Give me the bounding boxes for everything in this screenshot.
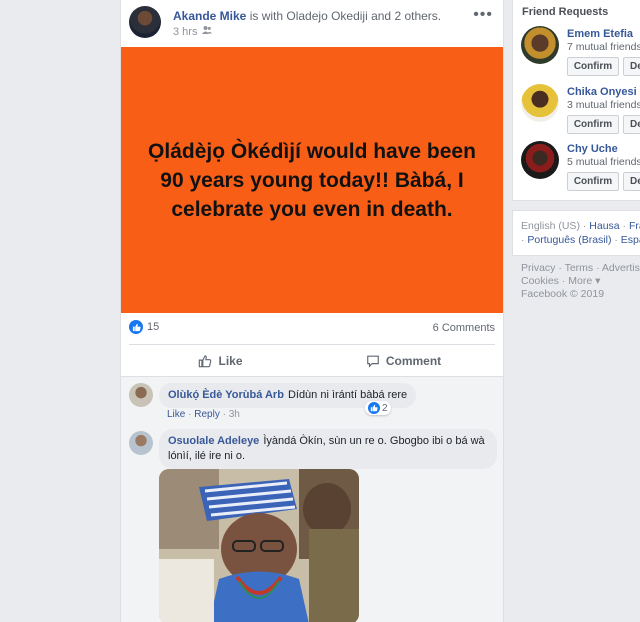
comment-reaction-count: 2 bbox=[382, 402, 388, 414]
comment-bubble: Osuolale Adeleye Ìyàndá Òkín, sùn un re o… bbox=[159, 429, 497, 469]
friend-requests-title[interactable]: Friend Requests bbox=[522, 6, 608, 18]
commenter-avatar[interactable] bbox=[129, 383, 153, 407]
author-name-link[interactable]: Akande Mike bbox=[173, 9, 246, 23]
delete-button[interactable]: Dele bbox=[623, 115, 640, 134]
confirm-button[interactable]: Confirm bbox=[567, 115, 619, 134]
commenter-name-link[interactable]: Olùkọ́ Èdè Yorùbá Arb bbox=[168, 389, 284, 401]
friend-avatar[interactable] bbox=[521, 26, 559, 64]
comment-text: Dídùn ni ìrántí bàbá rere bbox=[287, 389, 408, 401]
friend-avatar[interactable] bbox=[521, 141, 559, 179]
mutual-friends-link[interactable]: 3 mutual friends bbox=[567, 99, 640, 111]
thumbs-up-icon bbox=[199, 355, 212, 368]
comment-bubble-icon bbox=[367, 355, 379, 368]
comments-section: Olùkọ́ Èdè Yorùbá Arb Dídùn ni ìrántí bàb… bbox=[121, 376, 503, 622]
comment-label: Comment bbox=[385, 354, 442, 368]
friend-name-link[interactable]: Chika Onyesi bbox=[567, 86, 637, 98]
like-count: 15 bbox=[147, 321, 160, 333]
commenter-avatar[interactable] bbox=[129, 431, 153, 455]
friend-request-item: Emem Etefia 7 mutual friends Confirm Del… bbox=[521, 26, 640, 78]
footer-links-privacy-terms[interactable]: Privacy · Terms · Advertising bbox=[521, 262, 640, 274]
portrait-image bbox=[159, 469, 359, 622]
mutual-friends-link[interactable]: 7 mutual friends bbox=[567, 41, 640, 53]
audience-friends-icon[interactable] bbox=[202, 25, 213, 38]
language-link-spanish[interactable]: Españ bbox=[621, 234, 640, 246]
post-stats: 15 6 Comments bbox=[129, 320, 495, 338]
friend-name-link[interactable]: Emem Etefia bbox=[567, 28, 633, 40]
comment-reply-link[interactable]: Reply bbox=[194, 409, 220, 420]
comment-button[interactable]: Comment bbox=[312, 345, 495, 377]
language-line-1: English (US) · Hausa · Fran bbox=[521, 220, 640, 232]
comment-like-link[interactable]: Like bbox=[167, 409, 185, 420]
separator: · bbox=[579, 220, 590, 232]
friend-request-item: Chika Onyesi 3 mutual friends Confirm De… bbox=[521, 84, 640, 136]
current-language: English (US) bbox=[521, 220, 580, 232]
like-reaction-icon bbox=[129, 320, 143, 334]
confirm-button[interactable]: Confirm bbox=[567, 172, 619, 191]
language-selector-card: English (US) · Hausa · Fran · Português … bbox=[512, 210, 640, 256]
separator: · bbox=[619, 220, 629, 232]
post-meta: 3 hrs bbox=[173, 25, 213, 38]
comment-meta: Like · Reply · 3h bbox=[167, 409, 240, 420]
author-avatar[interactable] bbox=[129, 6, 161, 38]
post-text-banner: Ọládèjọ Òkédìjí would have been 90 years… bbox=[121, 47, 503, 313]
friend-requests-card: Friend Requests Emem Etefia 7 mutual fri… bbox=[512, 0, 640, 201]
right-sidebar: Friend Requests Emem Etefia 7 mutual fri… bbox=[512, 0, 640, 622]
comment-reactions[interactable]: 2 bbox=[365, 401, 391, 415]
footer-copyright: Facebook © 2019 bbox=[521, 288, 605, 300]
like-reaction-icon bbox=[368, 402, 380, 414]
friend-request-item: Chy Uche 5 mutual friends Confirm Dele bbox=[521, 141, 640, 193]
comment-count-link[interactable]: 6 Comments bbox=[433, 322, 495, 334]
post-actions: Like Comment bbox=[129, 344, 495, 377]
delete-button[interactable]: Dele bbox=[623, 57, 640, 76]
comment-time[interactable]: 3h bbox=[229, 409, 240, 420]
confirm-button[interactable]: Confirm bbox=[567, 57, 619, 76]
footer-links-cookies-more[interactable]: Cookies · More ▾ bbox=[521, 275, 600, 287]
comment-photo[interactable] bbox=[159, 469, 359, 622]
news-feed-post: Akande Mike is with Oladejo Okediji and … bbox=[120, 0, 504, 622]
like-label: Like bbox=[218, 354, 243, 368]
delete-button[interactable]: Dele bbox=[623, 172, 640, 191]
like-button[interactable]: Like bbox=[129, 345, 312, 377]
friend-avatar[interactable] bbox=[521, 84, 559, 122]
separator: · bbox=[611, 234, 621, 246]
commenter-name-link[interactable]: Osuolale Adeleye bbox=[168, 435, 259, 447]
ellipsis-icon[interactable]: ••• bbox=[473, 6, 493, 24]
post-timestamp[interactable]: 3 hrs bbox=[173, 26, 197, 38]
reaction-summary[interactable]: 15 bbox=[129, 320, 159, 334]
tagged-with-text[interactable]: is with Oladejo Okediji and 2 others. bbox=[250, 9, 441, 23]
language-line-2: · Português (Brasil) · Españ bbox=[521, 234, 640, 246]
post-header: Akande Mike is with Oladejo Okediji and … bbox=[129, 6, 499, 42]
banner-text: Ọládèjọ Òkédìjí would have been 90 years… bbox=[148, 139, 476, 221]
language-link-french[interactable]: Fran bbox=[629, 220, 640, 232]
post-header-line: Akande Mike is with Oladejo Okediji and … bbox=[173, 9, 441, 23]
language-link-portuguese[interactable]: Português (Brasil) bbox=[527, 234, 611, 246]
mutual-friends-link[interactable]: 5 mutual friends bbox=[567, 156, 640, 168]
friend-name-link[interactable]: Chy Uche bbox=[567, 143, 618, 155]
language-link-hausa[interactable]: Hausa bbox=[589, 220, 619, 232]
